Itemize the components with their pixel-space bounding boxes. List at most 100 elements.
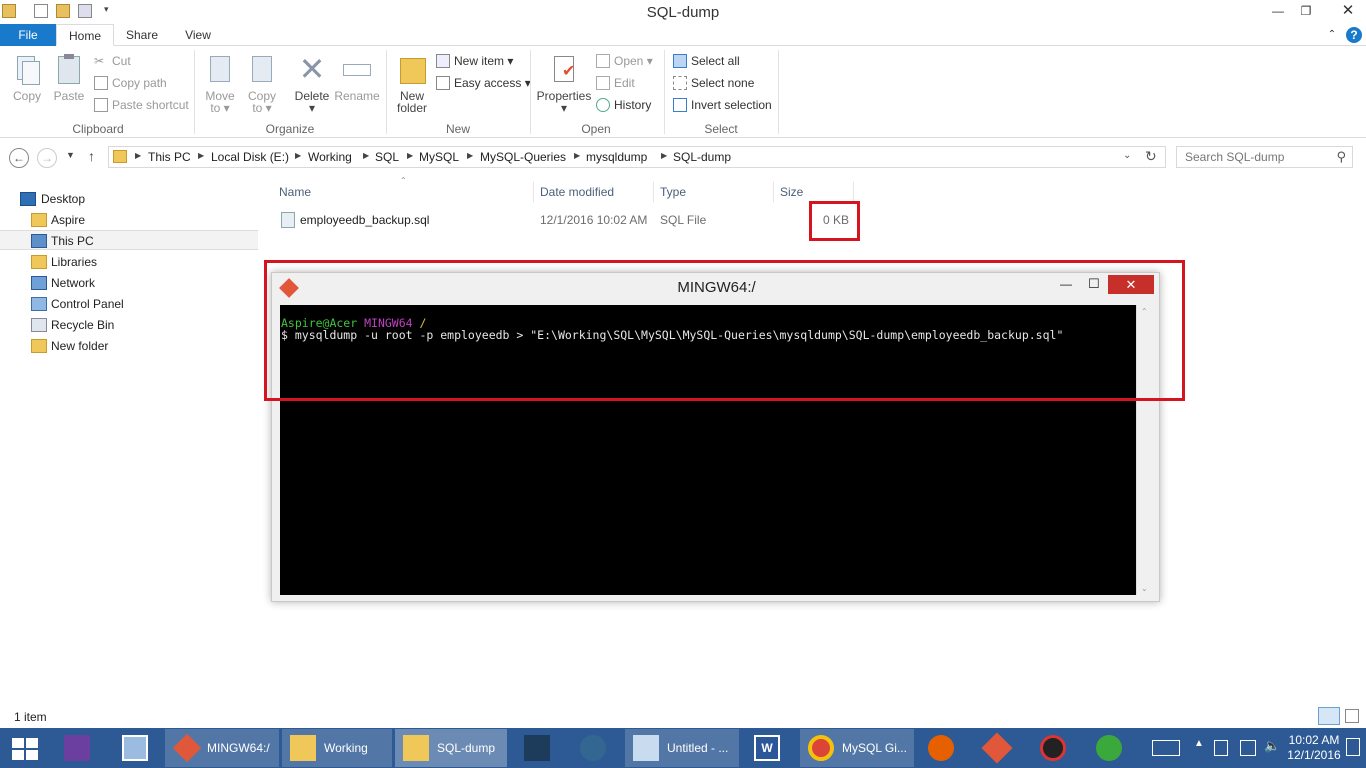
taskbar-app-explorer[interactable] [110, 729, 160, 767]
copy-button[interactable]: Copy [8, 52, 46, 102]
chevron-right-icon[interactable]: ▶ [363, 151, 369, 160]
notifications-icon[interactable] [1346, 738, 1360, 756]
chevron-right-icon[interactable]: ▶ [407, 151, 413, 160]
chevron-right-icon[interactable]: ▶ [135, 151, 141, 160]
network-icon [31, 276, 47, 290]
network-tray-icon[interactable] [1240, 740, 1256, 756]
select-none-button[interactable]: Select none [673, 74, 754, 92]
taskbar-media[interactable] [1028, 729, 1078, 767]
nav-item-aspire[interactable]: Aspire [0, 210, 258, 230]
column-header-type[interactable]: Type [660, 185, 686, 199]
chevron-right-icon[interactable]: ▶ [574, 151, 580, 160]
taskbar-postgres[interactable] [568, 729, 618, 767]
edit-button[interactable]: Edit [596, 74, 635, 92]
delete-button[interactable]: ✕ Delete ▾ [292, 52, 332, 114]
taskbar-firefox[interactable] [916, 729, 966, 767]
breadcrumb-mysqldump[interactable]: mysqldump [586, 150, 647, 164]
properties-button[interactable]: ✔ Properties ▾ [536, 52, 592, 114]
back-button[interactable]: ← [9, 148, 29, 168]
edit-icon [596, 76, 610, 90]
nav-item-control-panel[interactable]: Control Panel [0, 294, 258, 314]
breadcrumb-working[interactable]: Working [308, 150, 352, 164]
refresh-icon[interactable]: ↻ [1145, 148, 1157, 165]
taskbar-sql-dump[interactable]: SQL-dump [395, 729, 507, 767]
paste-button[interactable]: Paste [50, 52, 88, 102]
search-input[interactable]: Search SQL-dump ⚲ [1176, 146, 1353, 168]
breadcrumb-this-pc[interactable]: This PC [148, 150, 191, 164]
breadcrumb-mysql-queries[interactable]: MySQL-Queries [480, 150, 566, 164]
system-clock[interactable]: 10:02 AM 12/1/2016 [1286, 733, 1342, 763]
tab-file[interactable]: File [0, 24, 56, 46]
paste-shortcut-button[interactable]: Paste shortcut [94, 96, 189, 114]
column-header-name[interactable]: Name [279, 185, 311, 199]
up-button[interactable]: ↑ [88, 148, 95, 164]
start-button[interactable] [0, 729, 50, 767]
taskbar-word[interactable]: W [742, 729, 792, 767]
history-button[interactable]: History [596, 96, 651, 114]
address-history-icon[interactable]: ⌄ [1123, 150, 1131, 161]
keyboard-icon[interactable] [1152, 740, 1180, 756]
chevron-right-icon[interactable]: ▶ [295, 151, 301, 160]
nav-item-desktop[interactable]: Desktop [0, 189, 258, 209]
taskbar-git-gui[interactable] [972, 729, 1022, 767]
easy-access-button[interactable]: Easy access ▾ [436, 74, 531, 92]
column-header-date[interactable]: Date modified [540, 185, 614, 199]
select-all-button[interactable]: Select all [673, 52, 740, 70]
taskbar-mingw[interactable]: MINGW64:/ [165, 729, 279, 767]
search-icon[interactable]: ⚲ [1336, 149, 1346, 165]
column-divider[interactable] [653, 182, 654, 202]
taskbar-untitled[interactable]: Untitled - ... [625, 729, 739, 767]
collapse-ribbon-icon[interactable]: ⌃ [1324, 24, 1340, 46]
breadcrumb-sql-dump[interactable]: SQL-dump [673, 150, 731, 164]
nav-item-this-pc[interactable]: This PC [0, 230, 258, 250]
taskbar-app-visual-studio[interactable] [52, 729, 102, 767]
chevron-right-icon[interactable]: ▶ [661, 151, 667, 160]
new-item-button[interactable]: New item ▾ [436, 52, 513, 70]
file-name[interactable]: employeedb_backup.sql [300, 213, 429, 227]
tab-share[interactable]: Share [116, 24, 168, 46]
details-view-icon[interactable] [1318, 707, 1340, 725]
breadcrumb-local-disk[interactable]: Local Disk (E:) [211, 150, 289, 164]
rename-button[interactable]: Rename [334, 52, 380, 102]
tab-home[interactable]: Home [56, 24, 114, 46]
new-folder-button[interactable]: New folder [392, 52, 432, 114]
taskbar-app-green[interactable] [1084, 729, 1134, 767]
open-button[interactable]: Open ▾ [596, 52, 653, 70]
copy-path-button[interactable]: Copy path [94, 74, 167, 92]
forward-button[interactable]: → [37, 148, 57, 168]
move-to-icon [204, 52, 236, 86]
chevron-right-icon[interactable]: ▶ [198, 151, 204, 160]
invert-selection-button[interactable]: Invert selection [673, 96, 772, 114]
tab-view[interactable]: View [172, 24, 224, 46]
copy-to-button[interactable]: Copy to ▾ [244, 52, 280, 114]
volume-icon[interactable]: 🔈 [1264, 738, 1280, 754]
restore-button[interactable]: ❐ [1292, 0, 1320, 22]
recent-locations-icon[interactable]: ▼ [66, 150, 75, 160]
taskbar-working[interactable]: Working [282, 729, 392, 767]
show-hidden-icons-icon[interactable]: ▲ [1194, 738, 1204, 749]
address-bar[interactable]: ▶ This PC ▶ Local Disk (E:) ▶ Working ▶ … [108, 146, 1166, 168]
taskbar: MINGW64:/ Working SQL-dump Untitled - ..… [0, 728, 1366, 768]
nav-item-recycle-bin[interactable]: Recycle Bin [0, 315, 258, 335]
column-divider[interactable] [533, 182, 534, 202]
nav-item-libraries[interactable]: Libraries [0, 252, 258, 272]
close-button[interactable]: ✕ [1330, 0, 1366, 22]
column-divider[interactable] [853, 182, 854, 202]
scroll-down-icon[interactable]: ⌄ [1141, 584, 1148, 593]
breadcrumb-mysql[interactable]: MySQL [419, 150, 459, 164]
status-item-count: 1 item [14, 710, 47, 724]
chevron-right-icon[interactable]: ▶ [467, 151, 473, 160]
nav-item-network[interactable]: Network [0, 273, 258, 293]
taskbar-mysql-workbench[interactable] [512, 729, 562, 767]
cut-button[interactable]: ✂ Cut [94, 52, 131, 70]
taskbar-chrome[interactable]: MySQL Gi... [800, 729, 914, 767]
breadcrumb-sql[interactable]: SQL [375, 150, 399, 164]
battery-icon[interactable] [1214, 740, 1228, 756]
column-divider[interactable] [773, 182, 774, 202]
minimize-button[interactable]: — [1264, 0, 1292, 22]
large-icons-view-icon[interactable] [1345, 709, 1359, 723]
column-header-size[interactable]: Size [780, 185, 803, 199]
nav-item-new-folder[interactable]: New folder [0, 336, 258, 356]
help-icon[interactable]: ? [1346, 27, 1362, 43]
move-to-button[interactable]: Move to ▾ [202, 52, 238, 114]
